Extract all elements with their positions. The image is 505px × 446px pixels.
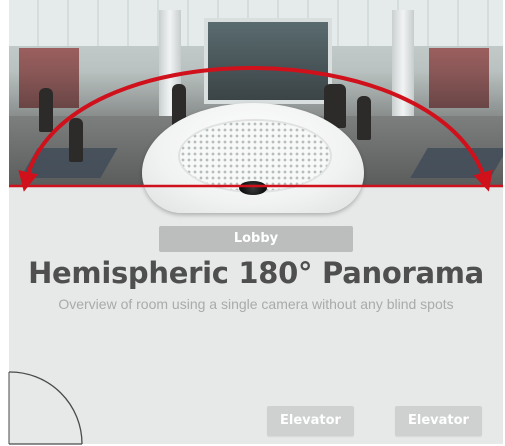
camera-lens [239,181,267,195]
floor-mat-right [410,148,503,178]
person [357,96,371,140]
person [39,88,53,132]
panorama-page: Lobby Hemispheric 180° Panorama Overview… [0,0,505,446]
elevator-button-1[interactable]: Elevator [267,406,354,436]
page-title: Hemispheric 180° Panorama [28,256,484,290]
elevator-button-2[interactable]: Elevator [395,406,482,436]
room-label: Lobby [159,226,353,252]
page-subtitle: Overview of room using a single camera w… [58,296,454,312]
back-wall-entrance [204,18,332,104]
person [69,118,83,162]
storefront-right [429,48,489,108]
